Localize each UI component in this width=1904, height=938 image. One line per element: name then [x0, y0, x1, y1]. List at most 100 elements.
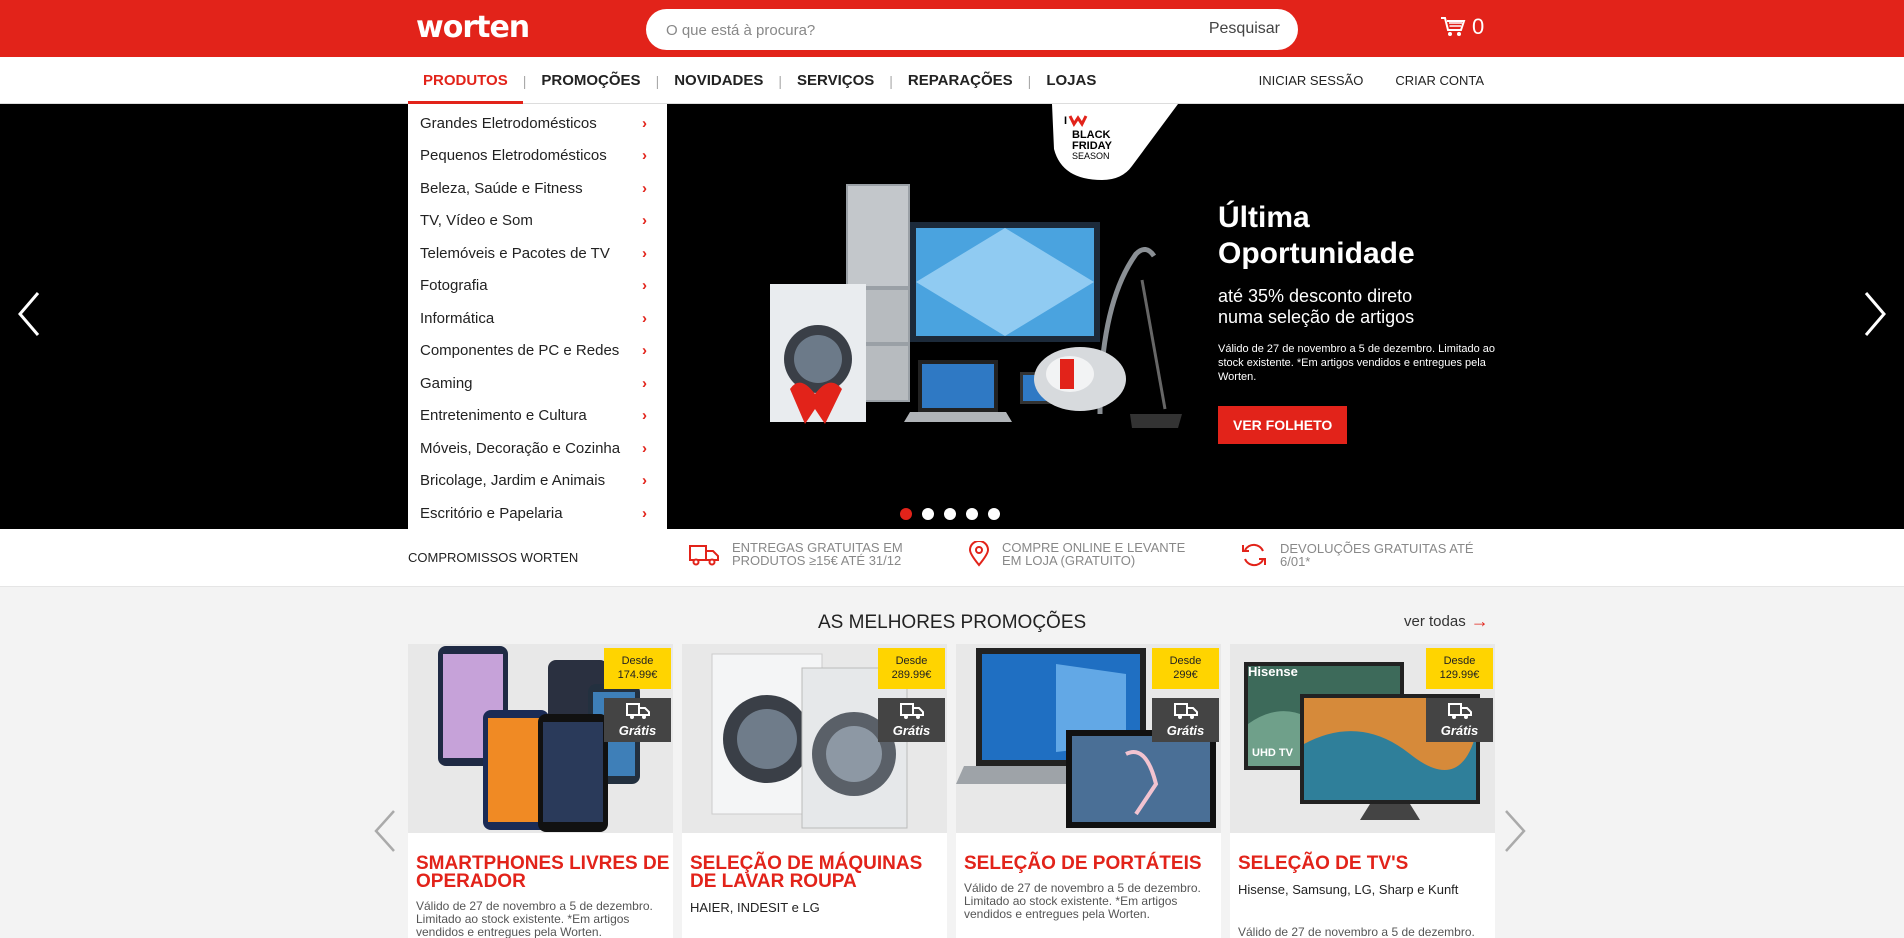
- promo-card-smartphones[interactable]: Desde 174.99€ Grátis SMARTPHONES LIVRES D…: [408, 644, 673, 938]
- menu-item-label: Bricolage, Jardim e Animais: [420, 472, 606, 490]
- tvs-image: Hisense UHD TV Desde 129.99€ Grátis: [1230, 644, 1495, 833]
- chevron-right-icon: ›: [642, 179, 647, 197]
- free-label: Grátis: [892, 723, 931, 738]
- top-bar: worten Pesquisar 0: [0, 0, 1904, 57]
- promo-card-washing-machines[interactable]: Desde 289.99€ Grátis SELEÇÃO DE MÁQUINAS …: [682, 644, 947, 938]
- commitments-bar: COMPROMISSOS WORTEN ENTREGAS GRATUITAS E…: [0, 529, 1904, 587]
- menu-item-label: Móveis, Decoração e Cozinha: [420, 439, 621, 457]
- card-description: Válido de 27 de novembro a 5 de dezembro…: [416, 899, 653, 938]
- promo-next-icon[interactable]: [1500, 808, 1530, 854]
- ver-folheto-button[interactable]: VER FOLHETO: [1218, 406, 1348, 444]
- promo-prev-icon[interactable]: [370, 808, 400, 854]
- price-tag: Desde 289.99€: [878, 648, 945, 689]
- price-label: Desde: [621, 655, 654, 667]
- card-description: Válido de 27 de novembro a 5 de dezembro…: [964, 881, 1201, 921]
- free-label: Grátis: [618, 723, 657, 738]
- category-menu: Grandes Eletrodomésticos › Pequenos Eletr…: [408, 104, 667, 529]
- truck-icon: [1447, 703, 1472, 719]
- location-pin-icon: [968, 541, 990, 567]
- commitment-returns[interactable]: DEVOLUÇÕES GRATUITAS ATÉ 6/01*: [1240, 541, 1480, 569]
- hero-prev-icon[interactable]: [14, 289, 44, 339]
- hisense-brand-text: Hisense: [1248, 664, 1298, 679]
- menu-item-label: Fotografia: [420, 277, 488, 295]
- chevron-right-icon: ›: [642, 504, 647, 522]
- promo-card-tvs[interactable]: Hisense UHD TV Desde 129.99€ Grátis SELEÇ…: [1230, 644, 1495, 938]
- nav-reparacoes[interactable]: REPARAÇÕES: [893, 57, 1028, 104]
- menu-item-label: Escritório e Papelaria: [420, 504, 563, 522]
- search-button[interactable]: Pesquisar: [1209, 20, 1280, 38]
- menu-item-pequenos-eletrodomesticos[interactable]: Pequenos Eletrodomésticos ›: [408, 140, 667, 173]
- free-delivery-tag: Grátis: [604, 698, 671, 742]
- price-value: 289.99€: [891, 669, 932, 681]
- menu-item-fotografia[interactable]: Fotografia ›: [408, 270, 667, 303]
- chevron-right-icon: ›: [642, 212, 647, 230]
- card-title: SELEÇÃO DE PORTÁTEIS: [964, 853, 1202, 874]
- free-label: Grátis: [1166, 723, 1205, 738]
- price-label: Desde: [1169, 655, 1202, 667]
- cart-count: 0: [1472, 14, 1485, 39]
- menu-item-gaming[interactable]: Gaming ›: [408, 367, 667, 400]
- commitment-text: DEVOLUÇÕES GRATUITAS ATÉ 6/01*: [1280, 541, 1474, 569]
- chevron-right-icon: ›: [642, 407, 647, 425]
- uhd-badge-text: UHD TV: [1252, 747, 1294, 759]
- chevron-right-icon: ›: [642, 472, 647, 490]
- menu-item-moveis[interactable]: Móveis, Decoração e Cozinha ›: [408, 432, 667, 465]
- commitment-delivery[interactable]: ENTREGAS GRATUITAS EM PRODUTOS ≥15€ ATÉ …: [688, 541, 932, 567]
- black-friday-badge: I BLACK FRIDAY SEASON: [1052, 104, 1178, 180]
- slide-dot-4[interactable]: [966, 508, 978, 520]
- truck-icon: [625, 703, 650, 719]
- menu-item-telemoveis[interactable]: Telemóveis e Pacotes de TV ›: [408, 237, 667, 270]
- svg-text:I: I: [1064, 115, 1067, 127]
- slide-dot-2[interactable]: [922, 508, 934, 520]
- nav-lojas[interactable]: LOJAS: [1031, 57, 1111, 104]
- slide-dot-5[interactable]: [988, 508, 1000, 520]
- nav-promocoes[interactable]: PROMOÇÕES: [526, 57, 655, 104]
- menu-item-grandes-eletrodomesticos[interactable]: Grandes Eletrodomésticos ›: [408, 107, 667, 140]
- laptops-image: Desde 299€ Grátis: [956, 644, 1221, 833]
- slide-dot-3[interactable]: [944, 508, 956, 520]
- menu-item-escritorio[interactable]: Escritório e Papelaria ›: [408, 497, 667, 530]
- refresh-icon: [1242, 543, 1266, 567]
- price-tag: Desde 129.99€: [1426, 648, 1493, 689]
- chevron-right-icon: ›: [642, 309, 647, 327]
- card-title: SELEÇÃO DE TV'S: [1238, 853, 1409, 874]
- hero-subtitle-line-1: até 35% desconto direto: [1218, 286, 1413, 306]
- slide-dot-1[interactable]: [900, 508, 912, 520]
- promo-card-laptops[interactable]: Desde 299€ Grátis SELEÇÃO DE PORTÁTEIS Vá…: [956, 644, 1221, 938]
- menu-item-informatica[interactable]: Informática ›: [408, 302, 667, 335]
- menu-item-componentes-pc[interactable]: Componentes de PC e Redes ›: [408, 335, 667, 368]
- price-label: Desde: [895, 655, 928, 667]
- hero-next-icon[interactable]: [1860, 289, 1890, 339]
- menu-item-label: Entretenimento e Cultura: [420, 407, 587, 425]
- menu-item-bricolage[interactable]: Bricolage, Jardim e Animais ›: [408, 465, 667, 498]
- menu-item-label: TV, Vídeo e Som: [420, 212, 533, 230]
- chevron-right-icon: ›: [642, 114, 647, 132]
- search-input[interactable]: [666, 19, 1166, 41]
- hero-title-line-2: Oportunidade: [1218, 237, 1415, 270]
- nav-produtos[interactable]: PRODUTOS: [408, 57, 523, 104]
- card-brands: Hisense, Samsung, LG, Sharp e Kunft: [1238, 882, 1459, 897]
- worten-logo[interactable]: worten: [416, 10, 530, 45]
- price-label: Desde: [1443, 655, 1476, 667]
- see-all-link[interactable]: ver todas →: [1404, 611, 1489, 632]
- menu-item-beleza-saude-fitness[interactable]: Beleza, Saúde e Fitness ›: [408, 172, 667, 205]
- nav-servicos[interactable]: SERVIÇOS: [782, 57, 889, 104]
- cart-button[interactable]: 0: [1440, 14, 1484, 40]
- chevron-right-icon: ›: [642, 277, 647, 295]
- nav-novidades[interactable]: NOVIDADES: [659, 57, 778, 104]
- menu-item-entretenimento[interactable]: Entretenimento e Cultura ›: [408, 400, 667, 433]
- truck-icon: [1173, 703, 1198, 719]
- commitment-pickup[interactable]: COMPRE ONLINE E LEVANTE EM LOJA (GRATUIT…: [968, 541, 1202, 567]
- search-box: Pesquisar: [646, 9, 1298, 50]
- login-link[interactable]: INICIAR SESSÃO: [1259, 73, 1364, 88]
- chevron-right-icon: ›: [642, 439, 647, 457]
- card-brands: HAIER, INDESIT e LG: [690, 900, 820, 915]
- price-tag: Desde 174.99€: [604, 648, 671, 689]
- free-delivery-tag: Grátis: [1426, 698, 1493, 742]
- chevron-right-icon: ›: [642, 147, 647, 165]
- free-label: Grátis: [1440, 723, 1479, 738]
- menu-item-tv-video-som[interactable]: TV, Vídeo e Som ›: [408, 205, 667, 238]
- chevron-right-icon: ›: [642, 374, 647, 392]
- register-link[interactable]: CRIAR CONTA: [1395, 73, 1484, 88]
- hero-banner[interactable]: I BLACK FRIDAY SEASON Última Oportunidad…: [0, 104, 1904, 529]
